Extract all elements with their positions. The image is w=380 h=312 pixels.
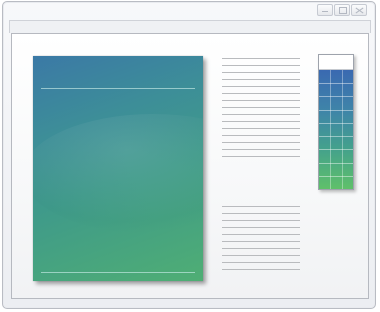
menu-bar[interactable] (9, 20, 371, 33)
swatch-gridline (319, 136, 353, 137)
swatch-gridline (319, 83, 353, 84)
swatch-gridcolumn (342, 70, 343, 189)
text-line (222, 121, 300, 122)
title-bar[interactable] (3, 2, 375, 20)
text-line (222, 58, 300, 59)
text-line (222, 262, 300, 263)
image-rule-top (41, 88, 195, 89)
text-line (222, 128, 300, 129)
text-line (222, 255, 300, 256)
image-highlight-sweep (33, 114, 203, 234)
text-line (222, 213, 300, 214)
text-block-lower (222, 206, 300, 276)
text-line (222, 107, 300, 108)
swatch-gridcolumn (330, 70, 331, 189)
text-line (222, 79, 300, 80)
swatch-gridline (319, 149, 353, 150)
swatch-gridline (319, 163, 353, 164)
text-line (222, 100, 300, 101)
text-line (222, 206, 300, 207)
image-rule-bottom (41, 272, 195, 273)
text-line (222, 135, 300, 136)
text-line (222, 65, 300, 66)
text-line (222, 234, 300, 235)
color-swatch-panel (318, 54, 354, 190)
text-line (222, 114, 300, 115)
swatch-gridline (319, 110, 353, 111)
close-icon[interactable] (351, 4, 367, 16)
swatch-gridline (319, 123, 353, 124)
document-image (33, 56, 203, 281)
maximize-icon[interactable] (334, 4, 350, 16)
text-line (222, 142, 300, 143)
text-line (222, 269, 300, 270)
swatch-header (319, 55, 353, 70)
text-line (222, 227, 300, 228)
text-line (222, 149, 300, 150)
text-block-upper (222, 58, 300, 163)
text-line (222, 220, 300, 221)
swatch-gridline (319, 176, 353, 177)
text-line (222, 72, 300, 73)
caption-buttons (317, 4, 367, 16)
text-line (222, 86, 300, 87)
text-line (222, 156, 300, 157)
text-line (222, 241, 300, 242)
color-ramp (319, 70, 353, 189)
minimize-icon[interactable] (317, 4, 333, 16)
application-window (2, 1, 376, 309)
text-line (222, 93, 300, 94)
document-canvas[interactable] (11, 33, 369, 299)
text-line (222, 248, 300, 249)
swatch-gridline (319, 96, 353, 97)
